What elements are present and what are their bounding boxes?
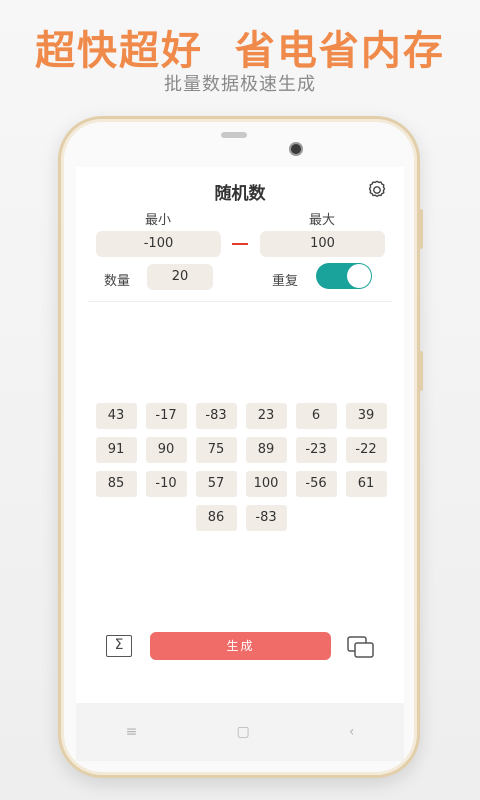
result-number: -56 bbox=[295, 471, 337, 497]
app-screen: 随机数 最小 最大 -100 100 数量 20 重复 43 -17 -83 23 6 3… bbox=[76, 167, 404, 703]
phone-frame: 随机数 最小 最大 -100 100 数量 20 重复 43 -17 -83 23 6 3… bbox=[58, 116, 423, 778]
copy-icon[interactable] bbox=[346, 634, 376, 660]
back-icon[interactable]: ‹ bbox=[349, 724, 355, 740]
result-number: 86 bbox=[195, 505, 237, 531]
repeat-toggle[interactable] bbox=[316, 263, 372, 289]
result-number: 57 bbox=[195, 471, 237, 497]
divider bbox=[88, 301, 392, 302]
min-label: 最小 bbox=[144, 213, 171, 228]
toggle-knob bbox=[347, 264, 371, 288]
max-input[interactable]: 100 bbox=[260, 231, 385, 257]
result-number: 6 bbox=[295, 403, 337, 429]
count-input[interactable]: 20 bbox=[147, 264, 213, 290]
result-number: 100 bbox=[245, 471, 287, 497]
result-number: 75 bbox=[195, 437, 237, 463]
result-number: -22 bbox=[345, 437, 387, 463]
result-number: 90 bbox=[145, 437, 187, 463]
result-number: 89 bbox=[245, 437, 287, 463]
results-grid: 43 -17 -83 23 6 39 91 90 75 89 -23 -22 85 -10 57 100 -56… bbox=[94, 403, 388, 531]
page-title: 随机数 bbox=[214, 184, 266, 204]
repeat-label: 重复 bbox=[272, 274, 299, 289]
result-number: 85 bbox=[95, 471, 137, 497]
sum-icon[interactable]: Σ bbox=[106, 635, 132, 657]
result-number: 39 bbox=[345, 403, 387, 429]
system-navbar: ≡ ▢ ‹ bbox=[76, 703, 404, 761]
menu-icon[interactable]: ≡ bbox=[126, 724, 138, 740]
home-icon[interactable]: ▢ bbox=[236, 724, 249, 740]
range-dash bbox=[232, 243, 248, 245]
phone-camera bbox=[289, 142, 303, 156]
min-input[interactable]: -100 bbox=[96, 231, 221, 257]
result-number: 61 bbox=[345, 471, 387, 497]
result-number: -17 bbox=[145, 403, 187, 429]
phone-side-button bbox=[419, 351, 423, 391]
result-number: -10 bbox=[145, 471, 187, 497]
result-number: -83 bbox=[245, 505, 287, 531]
result-number: 23 bbox=[245, 403, 287, 429]
gear-icon[interactable] bbox=[366, 179, 388, 201]
result-number: 43 bbox=[95, 403, 137, 429]
generate-button[interactable]: 生成 bbox=[150, 632, 331, 660]
phone-speaker bbox=[221, 132, 247, 138]
result-number: -83 bbox=[195, 403, 237, 429]
phone-side-button bbox=[419, 209, 423, 249]
promo-headline: 超快超好 省电省内存 bbox=[35, 28, 445, 74]
promo-subline: 批量数据极速生成 bbox=[164, 74, 316, 95]
count-label: 数量 bbox=[104, 274, 131, 289]
result-number: -23 bbox=[295, 437, 337, 463]
max-label: 最大 bbox=[308, 213, 335, 228]
result-number: 91 bbox=[95, 437, 137, 463]
